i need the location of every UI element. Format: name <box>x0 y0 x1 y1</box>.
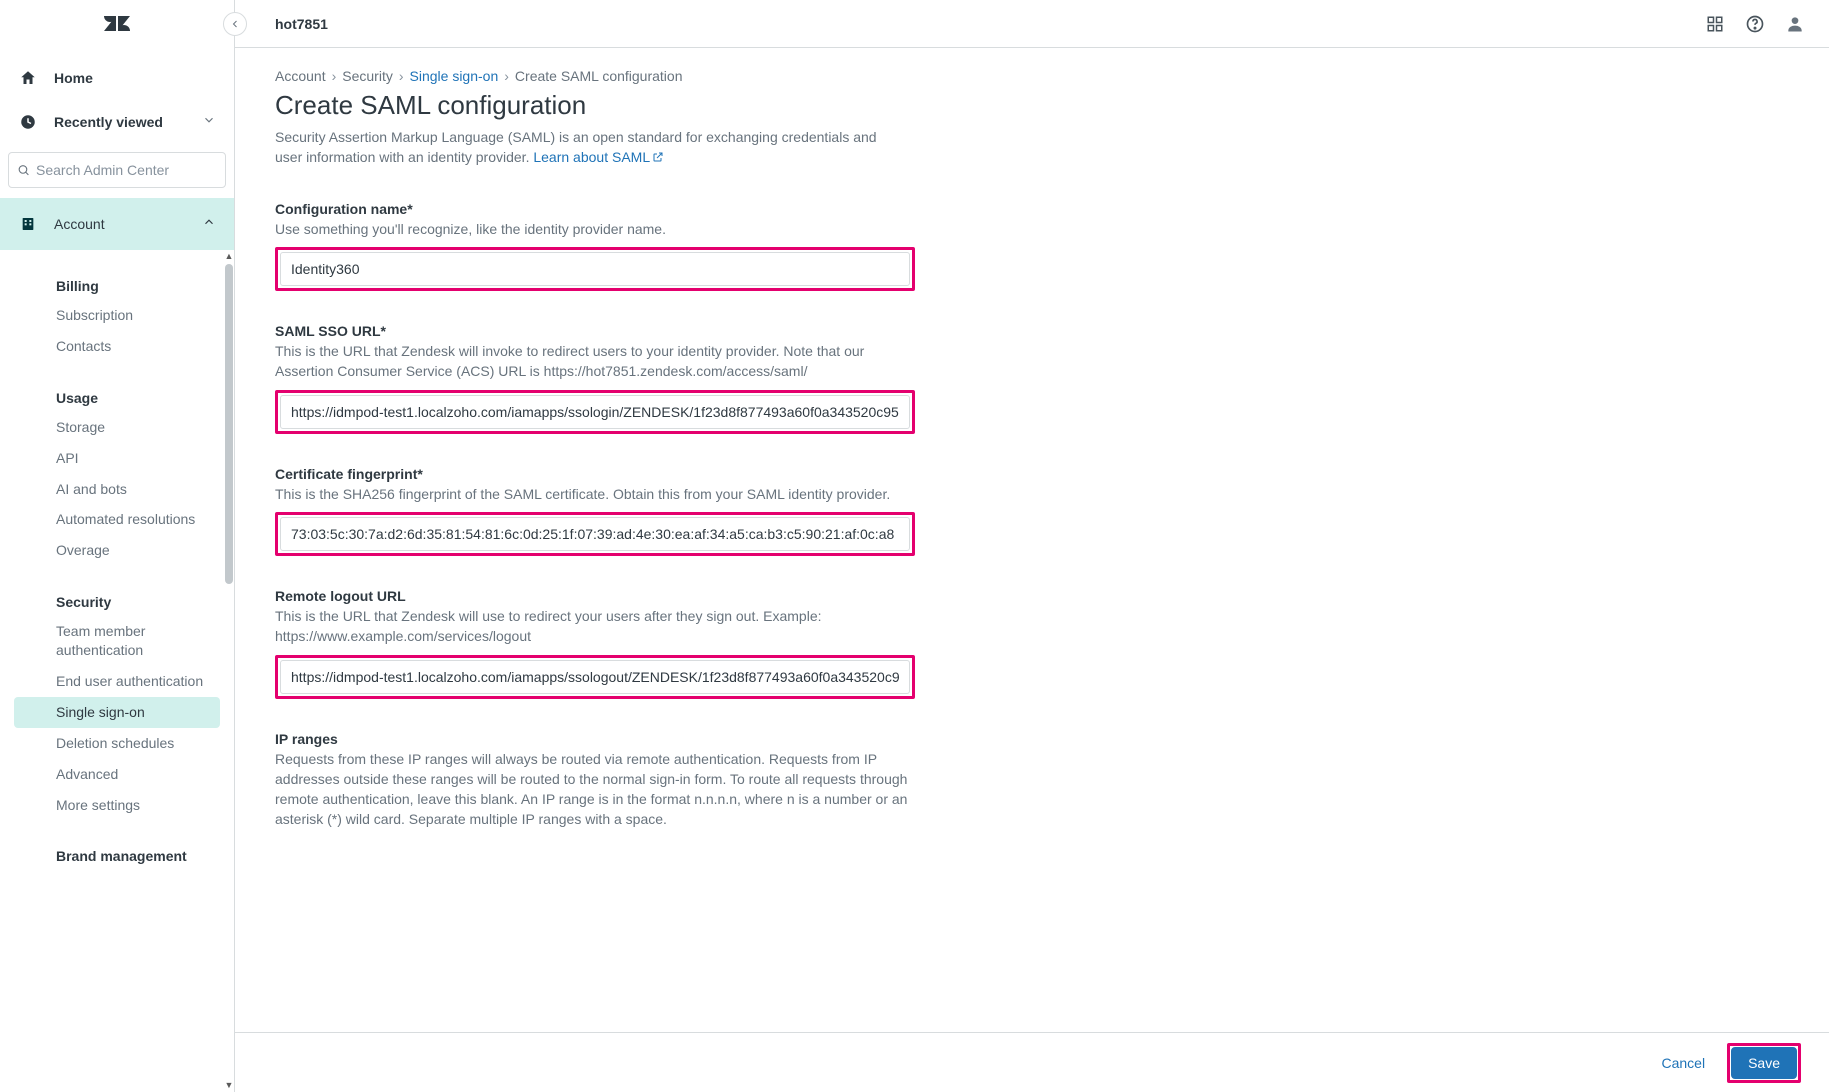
sidebar-item-api[interactable]: API <box>0 443 234 474</box>
sidebar-scroll: BillingSubscriptionContactsUsageStorageA… <box>0 250 234 1092</box>
config-name-label: Configuration name* <box>275 201 915 217</box>
sidebar-item-ai-and-bots[interactable]: AI and bots <box>0 474 234 505</box>
breadcrumb-item: Security <box>342 68 393 84</box>
ip-ranges-help: Requests from these IP ranges will alway… <box>275 749 915 830</box>
footer: Cancel Save <box>235 1032 1829 1092</box>
field-config-name: Configuration name* Use something you'll… <box>275 201 915 291</box>
chevron-left-icon <box>229 18 241 30</box>
breadcrumb-item: Account <box>275 68 326 84</box>
search-wrap <box>0 152 234 198</box>
scroll-down-arrow-icon[interactable]: ▼ <box>225 1081 234 1090</box>
breadcrumb: Account › Security › Single sign-on › Create S… <box>275 68 1789 84</box>
scroll-up-arrow-icon[interactable]: ▲ <box>225 252 234 261</box>
field-fingerprint: Certificate fingerprint* This is the SHA… <box>275 466 915 556</box>
apps-button[interactable] <box>1695 4 1735 44</box>
highlight-box <box>275 655 915 699</box>
sidebar-item-storage[interactable]: Storage <box>0 412 234 443</box>
nav-recent-label: Recently viewed <box>54 114 163 130</box>
highlight-box <box>275 512 915 556</box>
highlight-box: Save <box>1727 1043 1801 1083</box>
clock-icon <box>18 112 38 132</box>
zendesk-logo-icon <box>104 11 130 37</box>
sidebar-item-end-user-authentication[interactable]: End user authentication <box>0 666 234 697</box>
breadcrumb-item: Create SAML configuration <box>515 68 683 84</box>
sidebar-item-overage[interactable]: Overage <box>0 535 234 566</box>
page-title: Create SAML configuration <box>275 90 1789 121</box>
logo <box>0 0 234 48</box>
chevron-down-icon <box>202 113 216 132</box>
chevron-right-icon: › <box>332 68 337 84</box>
logout-url-help: This is the URL that Zendesk will use to… <box>275 606 915 647</box>
building-icon <box>18 214 38 234</box>
highlight-box <box>275 390 915 434</box>
sidebar: Home Recently viewed Account <box>0 0 235 1092</box>
sso-url-help: This is the URL that Zendesk will invoke… <box>275 341 915 382</box>
chevron-right-icon: › <box>504 68 509 84</box>
logout-url-input[interactable] <box>280 660 910 694</box>
main: hot7851 Account › Security › Single sign-on ›… <box>235 0 1829 1092</box>
field-logout-url: Remote logout URL This is the URL that Z… <box>275 588 915 699</box>
breadcrumb-link[interactable]: Single sign-on <box>410 68 499 84</box>
field-ip-ranges: IP ranges Requests from these IP ranges … <box>275 731 915 830</box>
sidebar-item-automated-resolutions[interactable]: Automated resolutions <box>0 504 234 535</box>
profile-button[interactable] <box>1775 4 1815 44</box>
sidebar-subheading: Security <box>0 584 234 616</box>
search-input[interactable] <box>36 162 217 178</box>
sidebar-item-contacts[interactable]: Contacts <box>0 331 234 362</box>
sidebar-subheading: Usage <box>0 380 234 412</box>
nav-home[interactable]: Home <box>0 56 234 100</box>
page-description: Security Assertion Markup Language (SAML… <box>275 127 895 169</box>
fingerprint-input[interactable] <box>280 517 910 551</box>
field-sso-url: SAML SSO URL* This is the URL that Zende… <box>275 323 915 434</box>
sidebar-item-advanced[interactable]: Advanced <box>0 759 234 790</box>
fingerprint-help: This is the SHA256 fingerprint of the SA… <box>275 484 915 504</box>
content: Account › Security › Single sign-on › Create S… <box>235 48 1829 1032</box>
sso-url-input[interactable] <box>280 395 910 429</box>
ip-ranges-label: IP ranges <box>275 731 915 747</box>
chevron-right-icon: › <box>399 68 404 84</box>
section-account-label: Account <box>54 216 105 232</box>
nav-primary: Home Recently viewed <box>0 48 234 152</box>
sidebar-subheading: Brand management <box>0 838 234 870</box>
sidebar-section-account[interactable]: Account <box>0 198 234 250</box>
config-name-input[interactable] <box>280 252 910 286</box>
chevron-up-icon <box>202 215 216 234</box>
nav-recently-viewed[interactable]: Recently viewed <box>0 100 234 144</box>
sso-url-label: SAML SSO URL* <box>275 323 915 339</box>
sidebar-item-subscription[interactable]: Subscription <box>0 300 234 331</box>
save-button[interactable]: Save <box>1731 1047 1797 1079</box>
apps-grid-icon <box>1706 15 1724 33</box>
topbar: hot7851 <box>235 0 1829 48</box>
nav-home-label: Home <box>54 70 93 86</box>
highlight-box <box>275 247 915 291</box>
cancel-button[interactable]: Cancel <box>1661 1055 1705 1071</box>
scroll-thumb[interactable] <box>225 264 233 584</box>
search-box[interactable] <box>8 152 226 188</box>
learn-about-saml-link[interactable]: Learn about SAML <box>533 149 664 165</box>
search-icon <box>17 162 30 178</box>
scrollbar[interactable]: ▲ ▼ <box>224 250 234 1092</box>
external-link-icon <box>652 148 664 168</box>
sidebar-item-single-sign-on[interactable]: Single sign-on <box>14 697 220 728</box>
collapse-sidebar-button[interactable] <box>223 12 247 36</box>
config-name-help: Use something you'll recognize, like the… <box>275 219 915 239</box>
person-icon <box>1785 14 1805 34</box>
home-icon <box>18 68 38 88</box>
sidebar-subheading: Billing <box>0 268 234 300</box>
fingerprint-label: Certificate fingerprint* <box>275 466 915 482</box>
help-button[interactable] <box>1735 4 1775 44</box>
sidebar-item-more-settings[interactable]: More settings <box>0 790 234 821</box>
sidebar-item-team-member-authentication[interactable]: Team member authentication <box>0 616 234 666</box>
logout-url-label: Remote logout URL <box>275 588 915 604</box>
sidebar-item-deletion-schedules[interactable]: Deletion schedules <box>0 728 234 759</box>
help-icon <box>1745 14 1765 34</box>
workspace-title: hot7851 <box>275 16 328 32</box>
